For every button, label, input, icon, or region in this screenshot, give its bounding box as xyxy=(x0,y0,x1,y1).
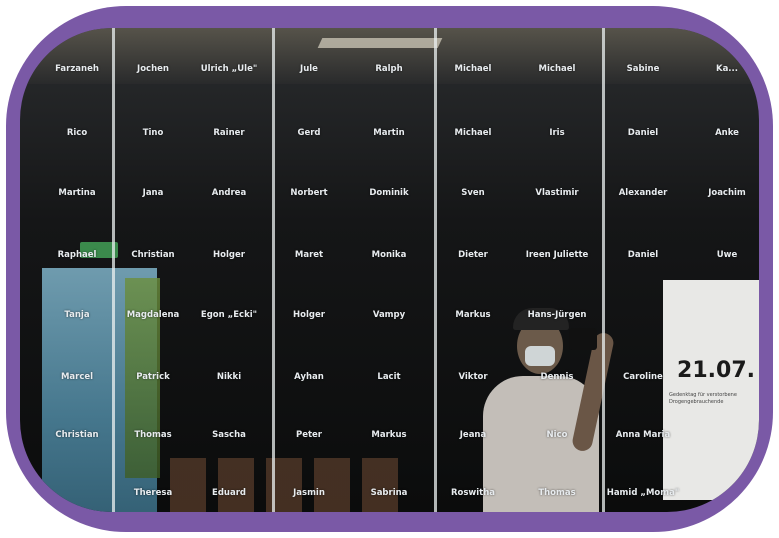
memorial-name: Patrick xyxy=(136,372,170,382)
memorial-name: Magdalena xyxy=(126,310,180,320)
memorial-name: Jana xyxy=(142,188,164,198)
memorial-name: Vlastimir xyxy=(535,188,579,198)
memorial-name: Theresa xyxy=(133,488,173,498)
memorial-name: Rico xyxy=(66,128,88,138)
memorial-name: Michael xyxy=(454,128,492,138)
memorial-name: Sabrina xyxy=(370,488,408,498)
memorial-name: Peter xyxy=(295,430,322,440)
memorial-name: Sascha xyxy=(212,430,246,440)
memorial-name: Dennis xyxy=(540,372,574,382)
memorial-name: Daniel xyxy=(627,250,659,260)
memorial-name: Michael xyxy=(538,64,576,74)
memorial-name: Eduard xyxy=(212,488,246,498)
memorial-name: Raphael xyxy=(57,250,97,260)
memorial-name: Gerd xyxy=(297,128,321,138)
memorial-name: Holger xyxy=(293,310,325,320)
memorial-name: Marcel xyxy=(60,372,94,382)
memorial-name: Holger xyxy=(213,250,245,260)
memorial-name: Tino xyxy=(142,128,164,138)
memorial-name: Markus xyxy=(455,310,491,320)
memorial-name: Monika xyxy=(371,250,407,260)
memorial-name: Jochen xyxy=(137,64,169,74)
memorial-name: Christian xyxy=(131,250,175,260)
memorial-photo: 21.07. Gedenktag für verstorbene Drogeng… xyxy=(20,28,759,512)
memorial-name: Ka... xyxy=(715,64,738,74)
memorial-name: Ulrich „Ule" xyxy=(200,64,258,74)
memorial-name: Thomas xyxy=(538,488,576,498)
memorial-name: Sven xyxy=(461,188,485,198)
memorial-name: Thomas xyxy=(134,430,172,440)
memorial-name: Alexander xyxy=(618,188,668,198)
memorial-name: Ralph xyxy=(375,64,403,74)
memorial-name: Farzaneh xyxy=(55,64,99,74)
memorial-name: Anna Maria xyxy=(615,430,671,440)
memorial-name: Andrea xyxy=(211,188,247,198)
memorial-name: Anke xyxy=(715,128,739,138)
memorial-name: Nico xyxy=(546,430,568,440)
memorial-name: Norbert xyxy=(290,188,328,198)
memorial-name: Dieter xyxy=(458,250,488,260)
memorial-name: Jule xyxy=(300,64,318,74)
memorial-name: Dominik xyxy=(369,188,409,198)
memorial-name: Iris xyxy=(549,128,565,138)
memorial-name: Vampy xyxy=(372,310,406,320)
memorial-name: Egon „Ecki" xyxy=(200,310,258,320)
memorial-name: Martina xyxy=(58,188,96,198)
memorial-name: Uwe xyxy=(716,250,738,260)
memorial-name: Jeana xyxy=(459,430,487,440)
memorial-name: Jasmin xyxy=(293,488,325,498)
memorial-name: Roswitha xyxy=(450,488,496,498)
memorial-name: Michael xyxy=(454,64,492,74)
memorial-name: Maret xyxy=(294,250,324,260)
memorial-name: Daniel xyxy=(627,128,659,138)
name-grid: Farzaneh Jochen Ulrich „Ule" Jule Ralph Micha… xyxy=(20,28,759,512)
memorial-name: Rainer xyxy=(213,128,245,138)
memorial-name: Lacit xyxy=(377,372,401,382)
memorial-name: Ireen Juliette xyxy=(525,250,589,260)
memorial-name: Hans-Jürgen xyxy=(527,310,587,320)
memorial-name: Caroline xyxy=(623,372,663,382)
memorial-name: Nikki xyxy=(216,372,242,382)
memorial-name: Tanja xyxy=(64,310,90,320)
memorial-name: Markus xyxy=(371,430,407,440)
memorial-name: Christian xyxy=(55,430,99,440)
memorial-name: Hamid „Moma" xyxy=(606,488,680,498)
memorial-name: Ayhan xyxy=(294,372,324,382)
memorial-name: Viktor xyxy=(458,372,488,382)
memorial-name: Sabine xyxy=(626,64,660,74)
memorial-name: Martin xyxy=(373,128,405,138)
memorial-name: Joachim xyxy=(708,188,746,198)
